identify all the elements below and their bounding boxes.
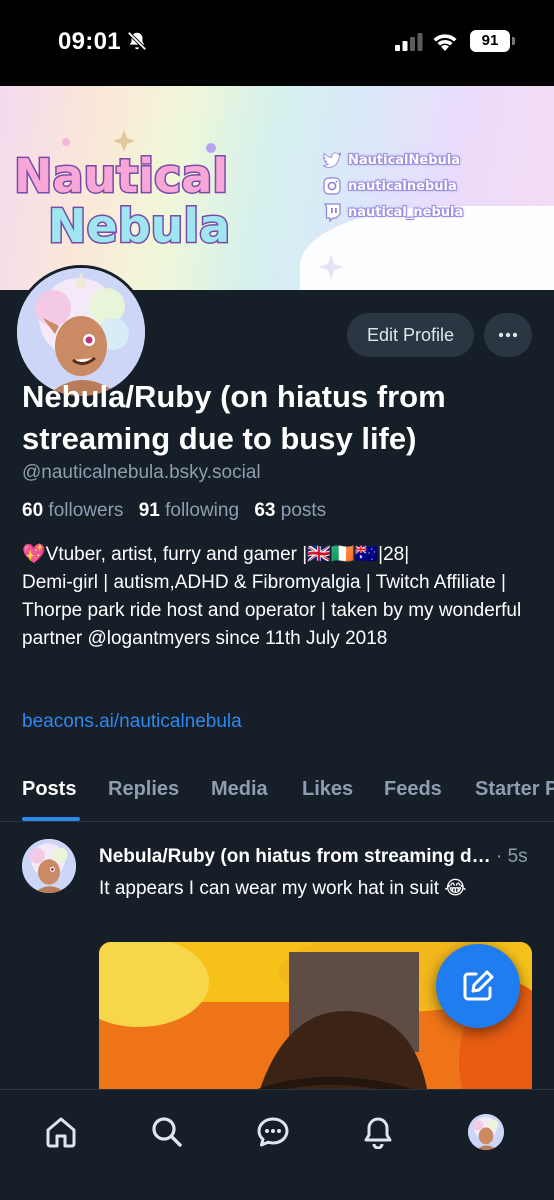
posts-stat: 63 posts <box>254 500 326 521</box>
followers-count: 60 <box>22 500 44 521</box>
profile-display-name: Nebula/Ruby (on hiatus from streaming du… <box>22 379 446 456</box>
nav-profile[interactable] <box>466 1112 506 1152</box>
compose-post-button[interactable] <box>436 944 520 1028</box>
profile-screen: Nautical Nebula NauticalNebula nauticaln… <box>0 86 554 1200</box>
following-count: 91 <box>138 500 160 521</box>
nav-profile-avatar <box>468 1114 504 1150</box>
banner-social-text: NauticalNebula <box>348 152 460 168</box>
battery-indicator: 91 <box>470 30 516 52</box>
tab-replies[interactable]: Replies <box>108 778 179 801</box>
posts-label: posts <box>280 500 327 521</box>
avatar-illustration <box>468 1114 504 1150</box>
banner-social-instagram: nauticalnebula <box>322 174 463 198</box>
post-author-avatar[interactable] <box>22 839 76 893</box>
nav-search[interactable] <box>147 1112 187 1152</box>
home-icon <box>46 1117 76 1148</box>
status-bar: 09:01 91 <box>0 0 554 86</box>
banner-socials: NauticalNebula nauticalnebula nautical_n… <box>322 148 463 226</box>
search-icon <box>152 1117 182 1147</box>
profile-stats: 60 followers 91 following 63 posts <box>22 500 326 522</box>
banner-social-twitch: nautical_nebula <box>322 200 463 224</box>
following-link[interactable]: 91 following <box>139 500 239 521</box>
bottom-navigation <box>0 1089 554 1200</box>
twitter-icon <box>322 152 342 168</box>
avatar-illustration <box>22 839 76 893</box>
wifi-icon <box>433 34 457 51</box>
twitch-icon <box>324 203 341 222</box>
compose-icon <box>463 970 494 1001</box>
cellular-signal-icon <box>395 33 423 51</box>
post-timestamp[interactable]: · 5s <box>496 846 528 868</box>
tab-feeds[interactable]: Feeds <box>384 778 442 801</box>
chat-icon <box>257 1117 289 1147</box>
banner-social-text: nauticalnebula <box>348 178 457 194</box>
sparkle-icon <box>318 254 344 280</box>
tab-posts[interactable]: Posts <box>22 778 76 801</box>
bell-off-icon <box>127 31 147 51</box>
profile-bio-link[interactable]: beacons.ai/nauticalnebula <box>22 711 242 733</box>
banner-social-twitter: NauticalNebula <box>322 148 463 172</box>
profile-bio: 💖Vtuber, artist, furry and gamer |🇬🇧🇮🇪🇦🇺… <box>22 544 522 649</box>
ellipsis-icon <box>498 332 518 338</box>
nav-chat[interactable] <box>253 1112 293 1152</box>
banner-social-text: nautical_nebula <box>348 204 464 220</box>
instagram-icon <box>323 177 341 195</box>
profile-tabs: Posts Replies Media Likes Feeds Starter … <box>0 758 554 822</box>
banner-logo-line2: Nebula <box>48 199 230 253</box>
banner-logo-line1: Nautical <box>14 149 228 203</box>
profile-banner[interactable]: Nautical Nebula NauticalNebula nauticaln… <box>0 86 554 290</box>
post-text: It appears I can wear my work hat in sui… <box>99 878 467 899</box>
followers-link[interactable]: 60 followers <box>22 500 123 521</box>
more-options-button[interactable] <box>484 313 532 357</box>
profile-handle: @nauticalnebula.bsky.social <box>22 462 261 483</box>
tab-media[interactable]: Media <box>211 778 268 801</box>
bell-icon <box>364 1117 392 1149</box>
banner-logo: Nautical Nebula <box>13 130 232 255</box>
posts-count: 63 <box>254 500 276 521</box>
following-label: following <box>165 500 240 521</box>
battery-level: 91 <box>470 30 510 52</box>
status-time: 09:01 <box>58 28 121 55</box>
edit-profile-button[interactable]: Edit Profile <box>347 313 474 357</box>
active-tab-indicator <box>22 817 80 821</box>
post-author-name[interactable]: Nebula/Ruby (on hiatus from streaming du… <box>99 846 491 868</box>
tab-likes[interactable]: Likes <box>302 778 353 801</box>
tab-starter-packs[interactable]: Starter Packs <box>475 778 554 801</box>
battery-cap <box>512 37 515 45</box>
nav-home[interactable] <box>41 1112 81 1152</box>
followers-label: followers <box>48 500 124 521</box>
nav-notifications[interactable] <box>358 1112 398 1152</box>
